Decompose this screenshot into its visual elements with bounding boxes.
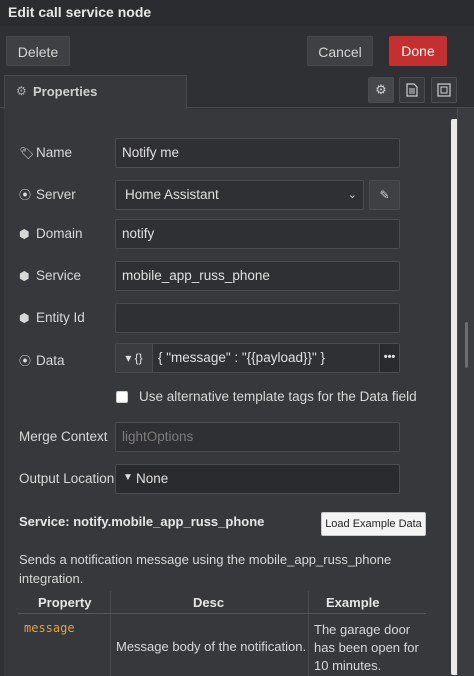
table-header-desc: Desc: [193, 595, 225, 610]
service-fields-table: Property Desc Example message Message bo…: [18, 591, 426, 676]
merge-context-placeholder: lightOptions: [122, 429, 194, 444]
output-location-label: Output Location: [19, 471, 115, 486]
properties-panel: 🏷 Name Notify me ⦿ Server Home Assistant ⌄…: [4, 109, 457, 676]
table-divider: [308, 591, 309, 676]
data-input[interactable]: { "message" : "{{payload}}" }: [158, 350, 325, 365]
alt-template-tags-label: Use alternative template tags for the Da…: [139, 389, 417, 404]
table-cell-example: The garage door has been open for 10 min…: [314, 622, 419, 673]
dot-circle-icon: ⦿: [19, 354, 32, 368]
entity-id-input[interactable]: [115, 303, 400, 333]
gear-icon: ⚙: [375, 82, 387, 97]
gear-icon: ⚙: [16, 84, 27, 98]
name-input[interactable]: Notify me: [115, 138, 400, 168]
alt-template-tags-checkbox[interactable]: [116, 391, 128, 403]
table-cell-property: message: [24, 621, 75, 635]
done-button[interactable]: Done: [389, 36, 447, 66]
tab-properties[interactable]: ⚙ Properties: [4, 75, 187, 109]
name-label: 🏷 Name: [19, 145, 73, 160]
load-example-data-button[interactable]: Load Example Data: [321, 512, 426, 536]
cube-icon: ⬢: [19, 227, 30, 241]
output-location-select[interactable]: ▼ None: [115, 464, 400, 494]
table-header-example: Example: [326, 595, 380, 610]
data-type-select[interactable]: ▾ {}: [116, 344, 153, 372]
edit-server-button[interactable]: ✎: [369, 180, 400, 210]
table-header-property: Property: [38, 595, 92, 610]
merge-context-label: Merge Context: [19, 429, 108, 444]
tray-title: Edit call service node: [8, 4, 152, 20]
table-divider: [110, 591, 111, 676]
service-description: Sends a notification message using the m…: [19, 552, 392, 586]
cube-icon: ⬢: [19, 269, 30, 283]
expand-editor-button[interactable]: •••: [379, 344, 399, 372]
description-tab-button[interactable]: [399, 77, 425, 103]
caret-down-icon: ▼: [123, 472, 133, 483]
dot-circle-icon: ⦿: [19, 188, 32, 202]
resize-handle[interactable]: [465, 322, 468, 368]
data-typed-input: ▾ {} { "message" : "{{payload}}" } •••: [115, 343, 400, 373]
output-location-value: None: [136, 471, 169, 486]
table-cell-desc: Message body of the notification.: [116, 639, 307, 654]
delete-button[interactable]: Delete: [6, 36, 70, 66]
merge-context-input[interactable]: lightOptions: [115, 422, 400, 452]
tab-properties-label: Properties: [33, 84, 98, 99]
tag-icon: 🏷: [19, 146, 35, 160]
appearance-tab-button[interactable]: [431, 77, 457, 103]
service-input[interactable]: mobile_app_russ_phone: [115, 261, 400, 291]
server-select[interactable]: Home Assistant ⌄: [115, 180, 364, 210]
domain-label: ⬢ Domain: [19, 226, 83, 241]
server-label: ⦿ Server: [19, 187, 76, 202]
frame-icon: [437, 83, 451, 97]
settings-tab-button[interactable]: ⚙: [368, 77, 394, 103]
ellipsis-icon: •••: [383, 351, 396, 363]
entity-id-label: ⬢ Entity Id: [19, 310, 85, 325]
service-title: Service: notify.mobile_app_russ_phone: [19, 514, 265, 529]
tray-header: Edit call service node: [0, 0, 474, 26]
pencil-icon: ✎: [379, 188, 390, 202]
cube-icon: ⬢: [19, 311, 30, 325]
table-header-divider: [18, 613, 426, 614]
document-icon: [406, 83, 418, 97]
cancel-button[interactable]: Cancel: [307, 36, 373, 66]
sidebar-separator: [457, 108, 474, 676]
chevron-down-icon: ⌄: [347, 189, 357, 201]
data-label: ⦿ Data: [19, 353, 65, 368]
service-label: ⬢ Service: [19, 268, 82, 283]
tray-toolbar: Delete Cancel Done: [0, 26, 474, 72]
server-select-value: Home Assistant: [125, 187, 219, 202]
domain-input[interactable]: notify: [115, 219, 400, 249]
tabs-bar: ⚙ Properties ⚙: [0, 72, 474, 109]
